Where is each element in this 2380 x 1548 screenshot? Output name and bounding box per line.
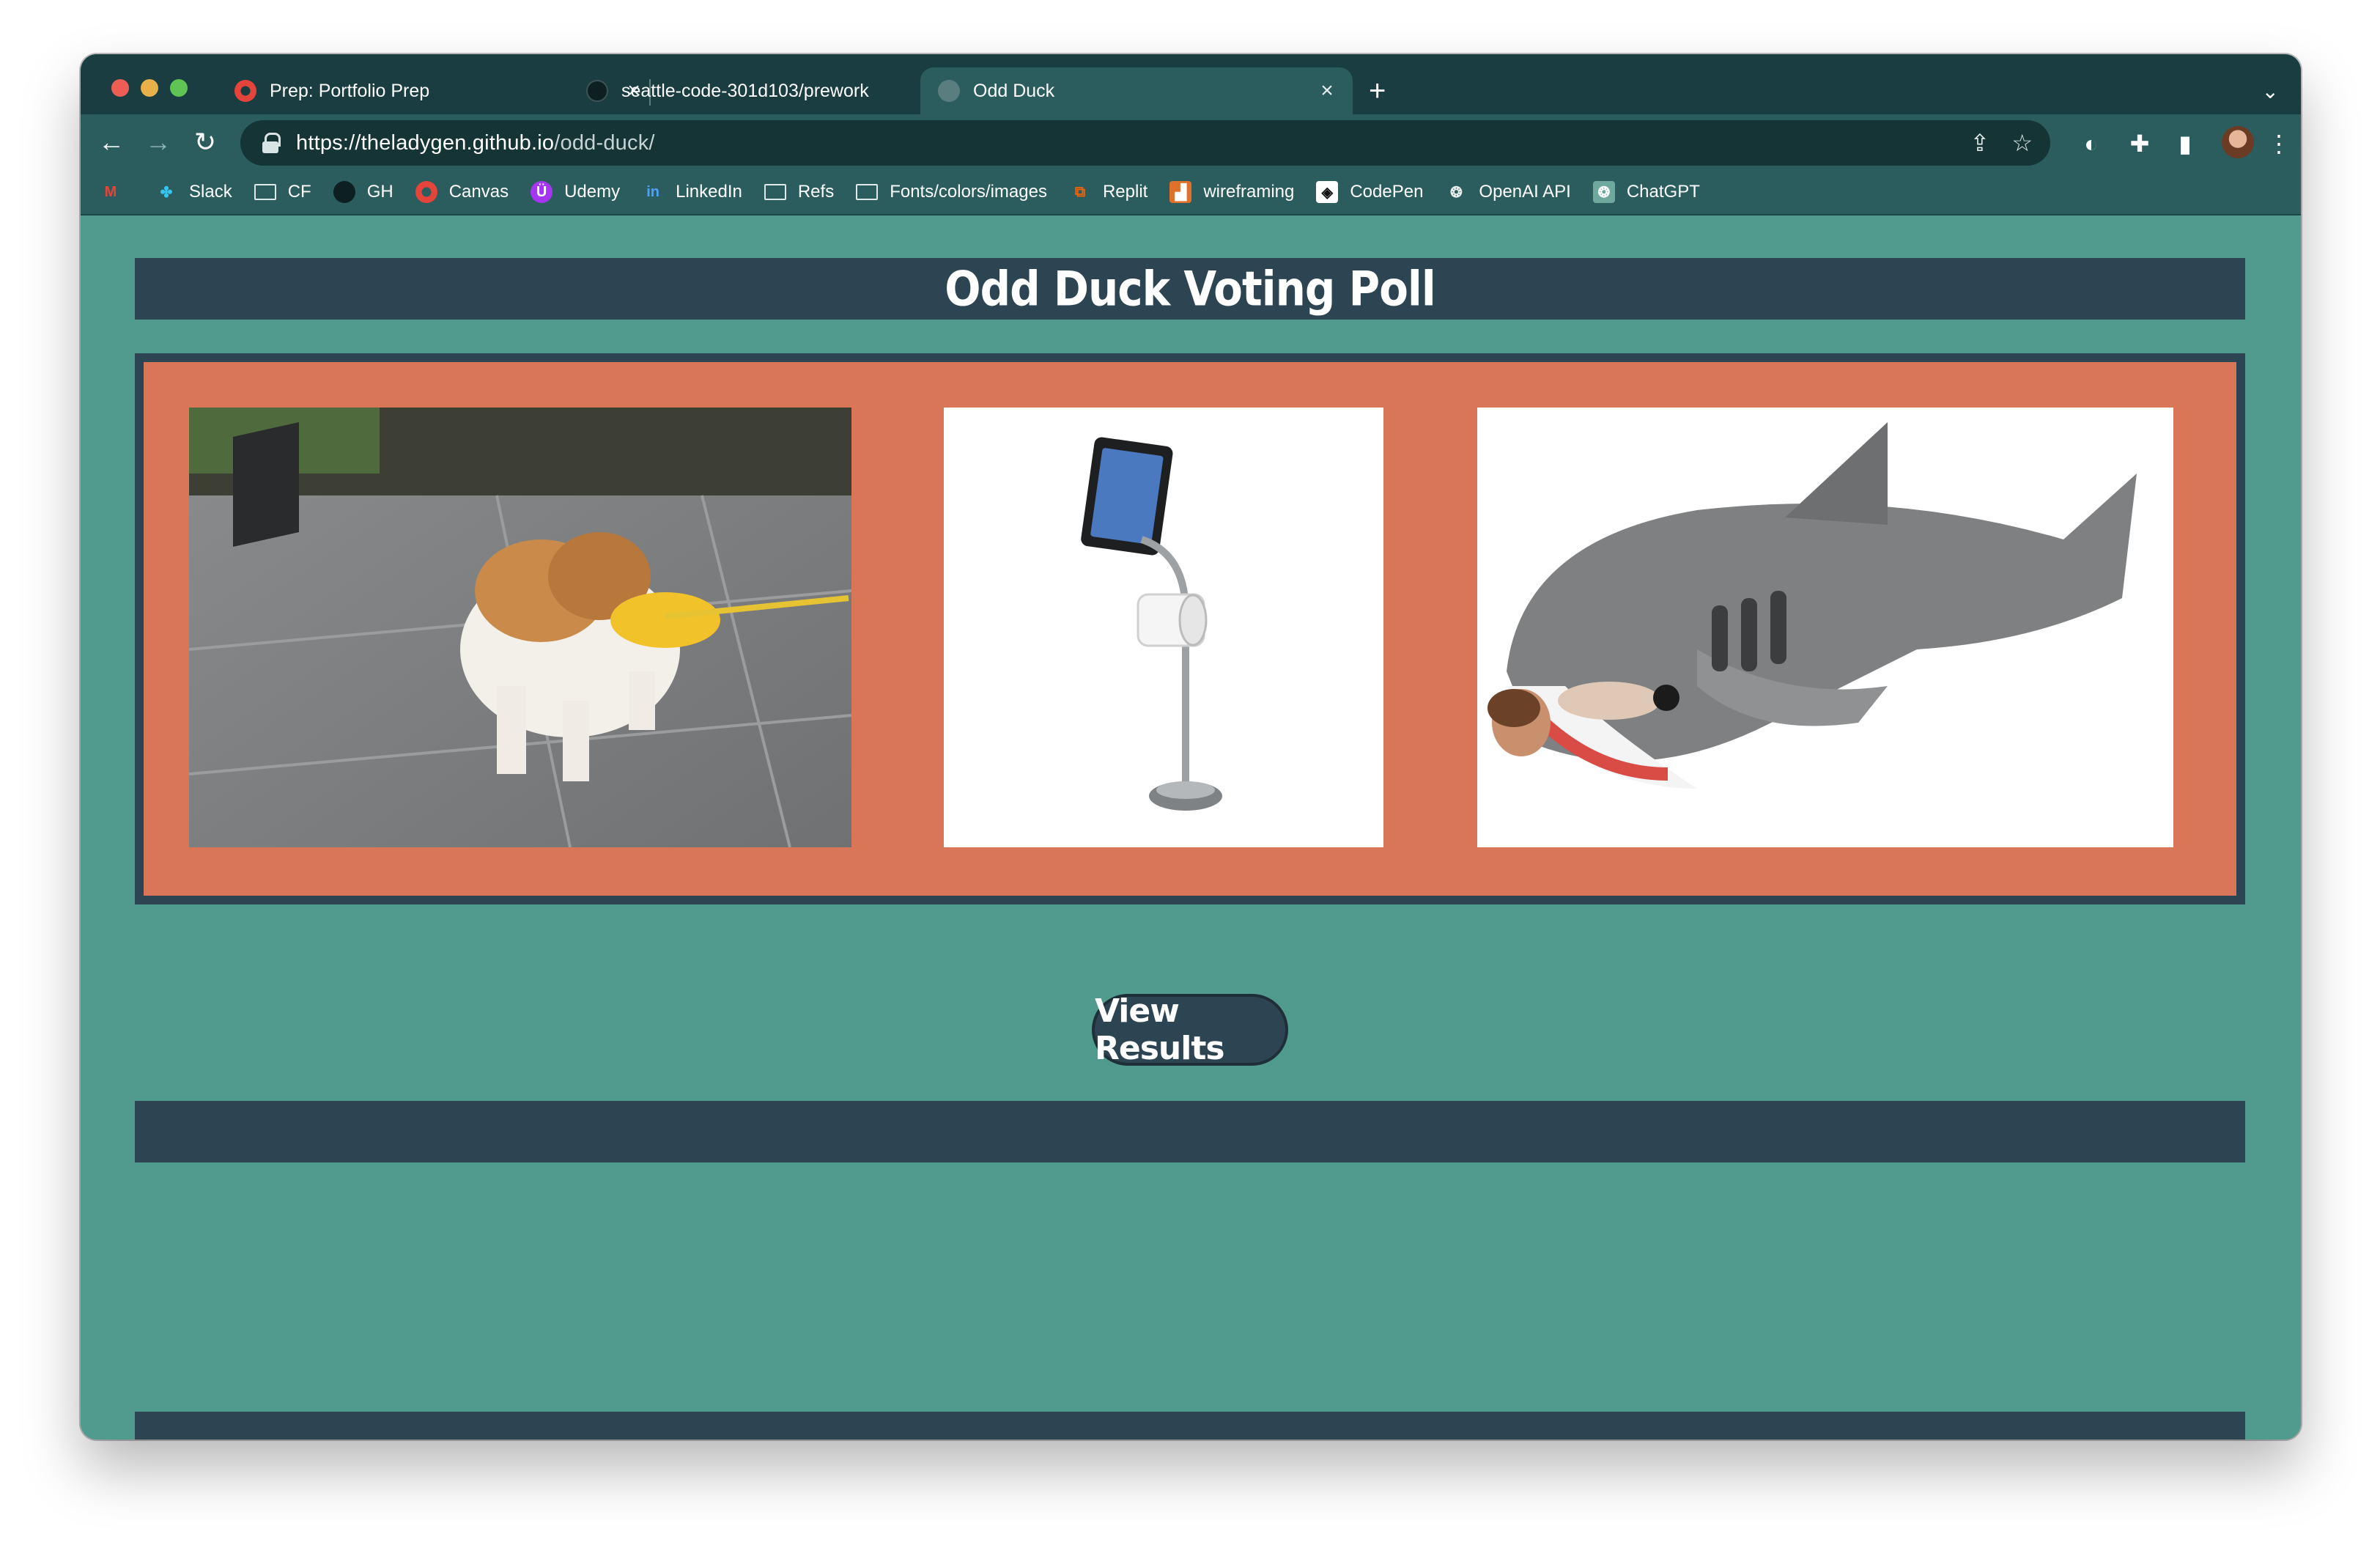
slack-icon: ✤ [160,184,173,201]
bookmark-fonts-colors-images[interactable]: Fonts/colors/images [856,182,1047,202]
linkedin-icon: in [646,183,659,200]
forward-button[interactable]: → [144,128,173,157]
tab-strip: Prep: Portfolio Prep × seattle-code-301d… [81,54,2301,114]
replit-icon: ⧉ [1074,183,1086,200]
github-icon [586,80,608,102]
tab-title: Odd Duck [973,80,1055,101]
browser-window: Prep: Portfolio Prep × seattle-code-301d… [81,54,2301,1440]
extension-icon[interactable]: ◐ [2077,129,2106,158]
bookmark-refs[interactable]: Refs [764,182,834,202]
folder-icon [856,184,879,200]
avatar[interactable] [2222,126,2254,158]
results-bar [135,1101,2245,1162]
bookmark-slack[interactable]: ✤ Slack [155,181,232,203]
bookmark-cf[interactable]: CF [254,182,311,202]
new-tab-button[interactable]: + [1369,76,1386,106]
github-icon [333,181,355,203]
side-panel-icon[interactable]: ▮ [2170,129,2200,158]
balsamiq-icon: ▟ [1169,181,1192,203]
bookmark-star-icon[interactable]: ☆ [2011,129,2033,157]
bookmark-replit[interactable]: ⧉ Replit [1069,181,1148,203]
more-menu-icon[interactable]: ⋮ [2264,129,2294,158]
page-content: Odd Duck Voting Poll View Results [81,217,2301,1440]
bookmark-gmail[interactable]: M [100,181,133,203]
close-window-button[interactable] [111,79,129,97]
bookmark-gh[interactable]: GH [333,181,393,203]
bookmark-linkedin[interactable]: in LinkedIn [642,181,742,203]
puzzle-icon[interactable]: ✚ [2125,129,2154,158]
canvas-icon [415,181,437,203]
toolbar: ← → ↻ https://theladygen.github.io/odd-d… [81,114,2301,170]
url-text: https://theladygen.github.io/odd-duck/ [296,130,655,155]
bookmark-chatgpt[interactable]: ❂ ChatGPT [1592,181,1700,203]
view-results-button[interactable]: View Results [1092,992,1288,1067]
tab-title: Prep: Portfolio Prep [270,80,430,101]
share-icon[interactable]: ⇪ [1970,129,1990,157]
product-gallery [135,353,2245,904]
folder-icon [764,184,786,200]
chatgpt-icon: ❂ [1592,181,1615,203]
close-icon[interactable]: × [1316,78,1338,103]
chevron-down-icon[interactable]: ⌄ [2262,79,2279,103]
bookmark-wireframing[interactable]: ▟ wireframing [1169,181,1294,203]
tab-portfolio-prep[interactable]: Prep: Portfolio Prep × [234,67,645,114]
canvas-icon [234,80,256,102]
product-image-pet-sweep[interactable] [944,408,1383,847]
product-image-dog-duck[interactable] [189,408,851,847]
page-header: Odd Duck Voting Poll [135,258,2245,320]
udemy-icon: Ü [531,181,553,203]
bookmark-codepen[interactable]: ◈ CodePen [1316,181,1423,203]
back-button[interactable]: ← [97,128,126,157]
reload-button[interactable]: ↻ [191,128,220,157]
product-image-shark-sleeping-bag[interactable] [1477,408,2173,847]
lock-icon[interactable] [262,133,281,153]
bookmark-udemy[interactable]: Ü Udemy [531,181,620,203]
codepen-icon: ◈ [1316,181,1339,203]
bookmark-canvas[interactable]: Canvas [415,181,509,203]
minimize-window-button[interactable] [141,79,158,97]
maximize-window-button[interactable] [170,79,188,97]
openai-icon: ❂ [1450,184,1463,201]
page-title: Odd Duck Voting Poll [945,260,1435,317]
folder-icon [254,184,276,200]
bookmark-openai-api[interactable]: ❂ OpenAI API [1445,181,1571,203]
gmail-icon: M [104,183,117,200]
page-footer [135,1412,2245,1440]
address-bar[interactable]: https://theladygen.github.io/odd-duck/ ⇪… [240,120,2050,166]
bookmarks-bar: M ✤ Slack CF GH Canvas Ü Udemy in Linked… [81,170,2301,215]
tab-odd-duck[interactable]: Odd Duck × [920,67,1353,114]
globe-icon [938,80,960,102]
